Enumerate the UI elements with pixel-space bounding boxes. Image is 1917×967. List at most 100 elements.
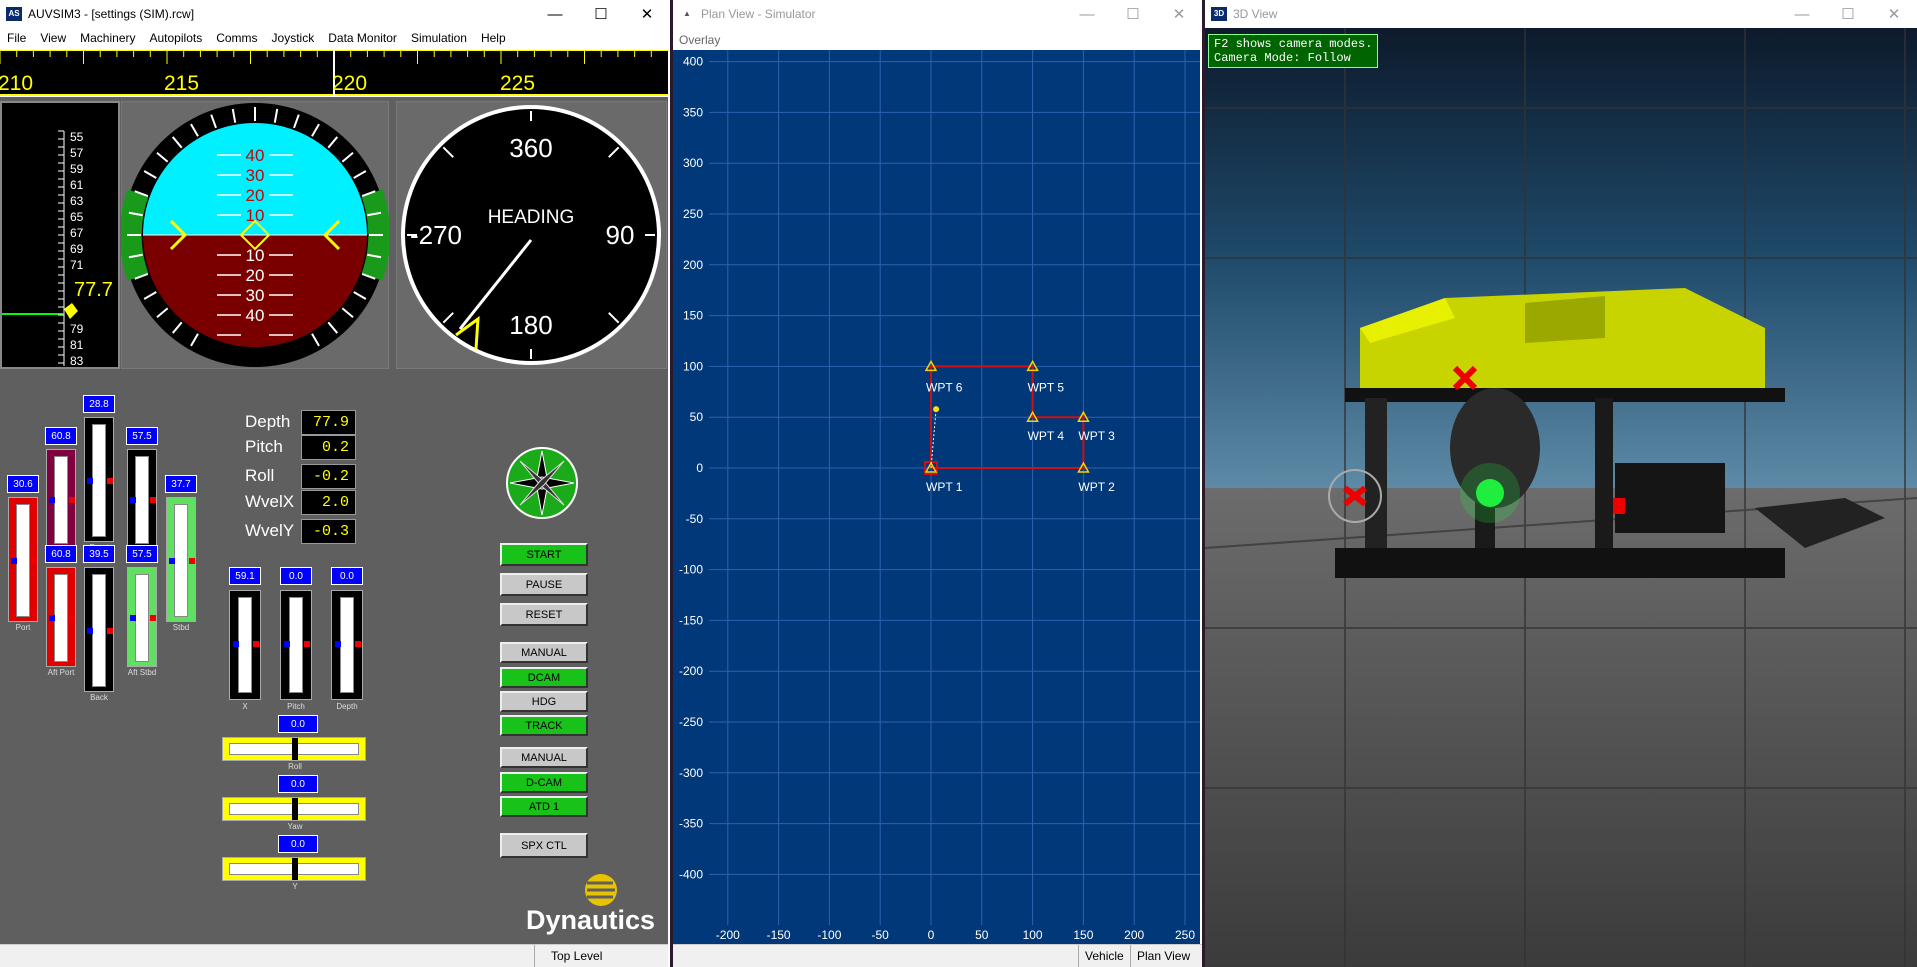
thruster-bar-8[interactable] xyxy=(127,567,157,667)
depth-tick-59: 59 xyxy=(70,162,84,176)
reset-button[interactable]: RESET xyxy=(500,603,588,626)
pause-button[interactable]: PAUSE xyxy=(500,573,588,596)
plan-titlebar[interactable]: ▲ Plan View - Simulator — ☐ ✕ xyxy=(673,0,1202,28)
y-tick-label: -150 xyxy=(679,613,703,627)
slider-value-pitch: 0.0 xyxy=(280,567,312,585)
menu-autopilots[interactable]: Autopilots xyxy=(143,31,210,45)
plan-view-tab[interactable]: Plan View xyxy=(1130,945,1196,967)
thruster-bar-4[interactable] xyxy=(127,449,157,549)
hslider-yaw[interactable] xyxy=(222,797,366,821)
close-icon[interactable]: ✕ xyxy=(1156,0,1202,28)
minimize-icon[interactable]: — xyxy=(1779,0,1825,28)
maximize-icon[interactable]: ☐ xyxy=(578,0,624,28)
thruster-bar-2[interactable] xyxy=(46,449,76,549)
y-tick-label: -200 xyxy=(679,664,703,678)
y-tick-label: 150 xyxy=(683,309,703,323)
3d-titlebar[interactable]: 3D 3D View — ☐ ✕ xyxy=(1205,0,1917,28)
menu-comms[interactable]: Comms xyxy=(209,31,264,45)
pitch-down-20: 20 xyxy=(246,266,265,285)
thruster-label-7: Back xyxy=(90,693,108,702)
submarine-icon: ▲ xyxy=(683,9,691,18)
main-window: AS AUVSIM3 - [settings (SIM).rcw] — ☐ ✕ … xyxy=(0,0,670,967)
slider-depth[interactable] xyxy=(331,590,363,700)
close-icon[interactable]: ✕ xyxy=(1871,0,1917,28)
slider-label-x: X xyxy=(242,702,248,711)
depth-gauge: 55 57 59 61 63 65 67 69 71 79 81 83 77.7 xyxy=(0,101,120,369)
menu-bar: File View Machinery Autopilots Comms Joy… xyxy=(0,28,670,48)
depth-tick-71: 71 xyxy=(70,258,84,272)
manual-2-button[interactable]: MANUAL xyxy=(500,747,588,768)
depth-tick-57: 57 xyxy=(70,146,84,160)
menu-joystick[interactable]: Joystick xyxy=(265,31,322,45)
thruster-bar-6[interactable] xyxy=(46,567,76,667)
x-tick-label: 100 xyxy=(1023,928,1043,942)
minimize-icon[interactable]: — xyxy=(532,0,578,28)
plan-view-map[interactable]: 400 350 300 250 200 150 100 50 0 -50 -100 -150 -200 -… xyxy=(673,50,1200,944)
vehicle-position-icon xyxy=(933,406,940,413)
minimize-icon[interactable]: — xyxy=(1064,0,1110,28)
pitch-up-30: 30 xyxy=(246,166,265,185)
thruster-pointer-icon xyxy=(49,615,75,621)
plan-statusbar: Vehicle Plan View xyxy=(673,944,1202,967)
thruster-bar-1[interactable] xyxy=(8,497,38,622)
x-tick-label: -200 xyxy=(716,928,740,942)
compass-rose-icon[interactable] xyxy=(506,447,578,519)
thruster-value-1: 30.6 xyxy=(7,475,39,493)
slider-x[interactable] xyxy=(229,590,261,700)
waypoint-label: WPT 4 xyxy=(1028,429,1065,443)
3d-app-icon: 3D xyxy=(1211,7,1227,21)
wvelx-readout: 2.0 xyxy=(301,490,356,515)
main-statusbar: Top Level xyxy=(0,944,668,967)
maximize-icon[interactable]: ☐ xyxy=(1825,0,1871,28)
menu-help[interactable]: Help xyxy=(474,31,513,45)
y-tick-label: 400 xyxy=(683,55,703,69)
start-button[interactable]: START xyxy=(500,543,588,566)
manual-button[interactable]: MANUAL xyxy=(500,642,588,663)
thruster-pointer-icon xyxy=(87,627,113,634)
hslider-value-y: 0.0 xyxy=(278,835,318,853)
menu-machinery[interactable]: Machinery xyxy=(73,31,142,45)
dcam-button[interactable]: DCAM xyxy=(500,667,588,688)
3d-scene[interactable]: F2 shows camera modes. Camera Mode: Foll… xyxy=(1205,28,1917,967)
hslider-y[interactable] xyxy=(222,857,366,881)
menu-simulation[interactable]: Simulation xyxy=(404,31,474,45)
wvely-readout: -0.3 xyxy=(301,519,356,544)
close-icon[interactable]: ✕ xyxy=(624,0,670,28)
thruster-bar-5[interactable] xyxy=(166,497,196,622)
slider-pitch[interactable] xyxy=(280,590,312,700)
atd1-button[interactable]: ATD 1 xyxy=(500,796,588,817)
pitch-up-20: 20 xyxy=(246,186,265,205)
y-tick-label: 350 xyxy=(683,105,703,119)
slider-value-x: 59.1 xyxy=(229,567,261,585)
hslider-roll[interactable] xyxy=(222,737,366,761)
y-tick-label: 100 xyxy=(683,359,703,373)
waypoint-label: WPT 2 xyxy=(1078,480,1115,494)
main-titlebar[interactable]: AS AUVSIM3 - [settings (SIM).rcw] — ☐ ✕ xyxy=(0,0,670,28)
menu-file[interactable]: File xyxy=(0,31,33,45)
thruster-pointer-icon xyxy=(87,477,113,484)
spx-ctl-button[interactable]: SPX CTL xyxy=(500,833,588,858)
y-tick-label: -50 xyxy=(686,512,704,526)
d-cam-button[interactable]: D-CAM xyxy=(500,772,588,793)
vehicle-tab[interactable]: Vehicle xyxy=(1078,945,1130,967)
hslider-value-yaw: 0.0 xyxy=(278,775,318,793)
pitch-up-40: 40 xyxy=(246,146,265,165)
overlay-menu[interactable]: Overlay xyxy=(673,28,1202,50)
depth-readout: 77.9 xyxy=(301,410,356,435)
waypoint-label: WPT 5 xyxy=(1028,380,1065,394)
thruster-bar-3[interactable] xyxy=(84,417,114,542)
heading-west: -270 xyxy=(410,220,462,250)
menu-data-monitor[interactable]: Data Monitor xyxy=(321,31,404,45)
depth-tick-69: 69 xyxy=(70,242,84,256)
heading-east: 90 xyxy=(606,220,635,250)
3d-window-title: 3D View xyxy=(1233,7,1278,21)
menu-view[interactable]: View xyxy=(33,31,73,45)
tape-label-215: 215 xyxy=(164,72,199,95)
hdg-button[interactable]: HDG xyxy=(500,691,588,712)
thruster-bar-7[interactable] xyxy=(84,567,114,692)
status-top-level: Top Level xyxy=(534,945,668,967)
maximize-icon[interactable]: ☐ xyxy=(1110,0,1156,28)
track-button[interactable]: TRACK xyxy=(500,715,588,736)
slider-pointer-icon xyxy=(335,641,361,647)
slider-pointer-icon xyxy=(233,641,259,647)
